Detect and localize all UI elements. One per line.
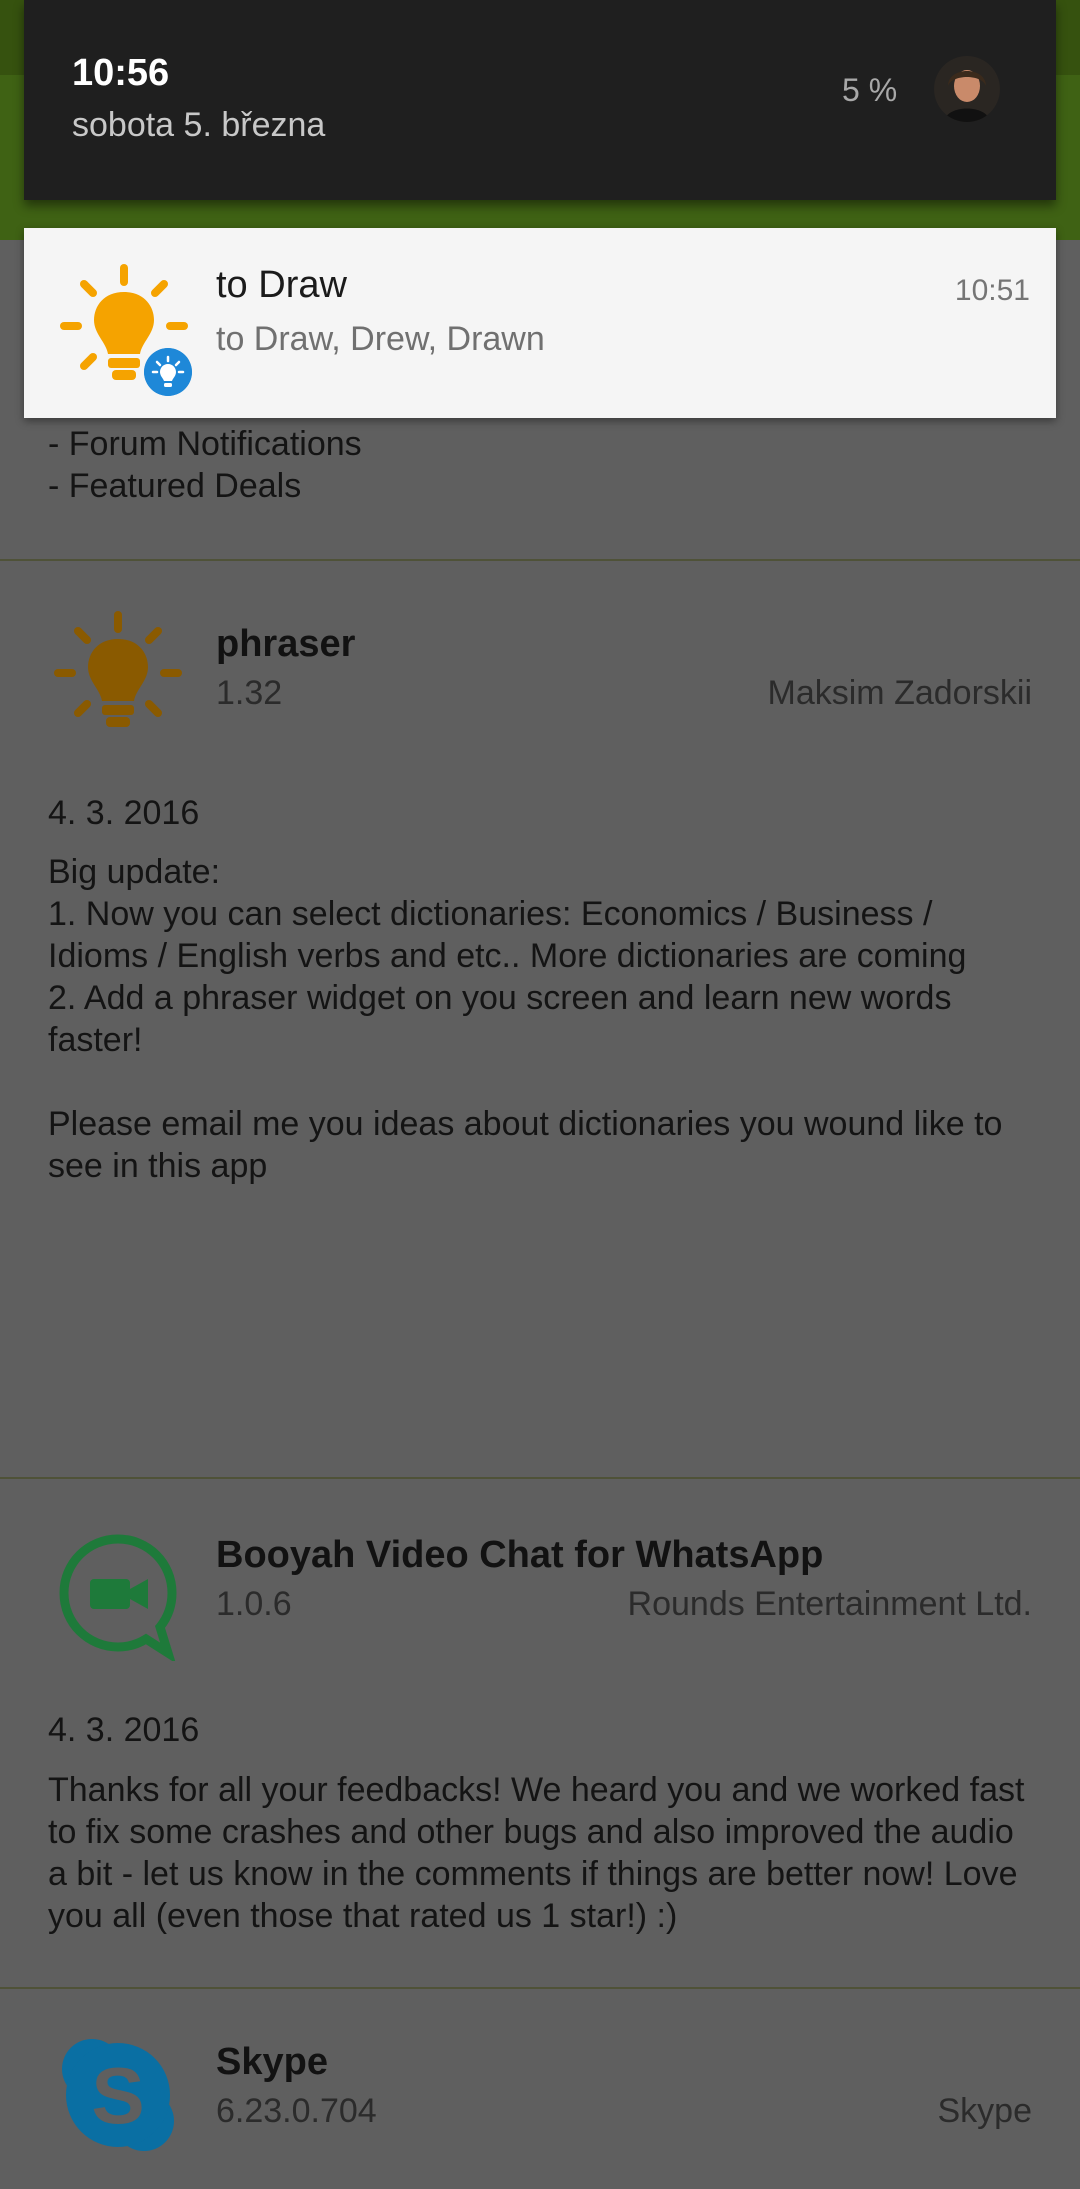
app-developer: Rounds Entertainment Ltd. xyxy=(627,1585,1032,1623)
update-notes: Thanks for all your feedbacks! We heard … xyxy=(48,1771,1025,1935)
video-chat-icon xyxy=(59,1534,177,1661)
app-version: 1.0.6 xyxy=(216,1585,292,1623)
update-list[interactable]: - Forum Notifications - Featured Deals p… xyxy=(0,240,1080,2151)
app-name: Skype xyxy=(216,2041,328,2083)
app-version: 1.32 xyxy=(216,674,283,712)
lightbulb-icon xyxy=(54,611,182,727)
update-date: 4. 3. 2016 xyxy=(48,794,200,832)
app-developer: Skype xyxy=(937,2092,1033,2130)
list-item-booyah[interactable]: Booyah Video Chat for WhatsApp 1.0.6 Rou… xyxy=(0,1479,1080,1987)
list-item-skype[interactable]: S Skype 6.23.0.704 Skype xyxy=(0,1989,1080,2189)
notification-time: 10:51 xyxy=(954,274,1030,307)
clock: 10:56 xyxy=(72,52,170,94)
notification-title: to Draw xyxy=(216,264,347,306)
notification-text: to Draw, Drew, Drawn xyxy=(216,320,545,358)
app-name: Booyah Video Chat for WhatsApp xyxy=(216,1534,824,1576)
update-date: 4. 3. 2016 xyxy=(48,1711,200,1749)
app-version: 6.23.0.704 xyxy=(216,2092,377,2130)
svg-text:S: S xyxy=(91,2051,144,2140)
app-developer: Maksim Zadorskii xyxy=(767,674,1032,712)
update-notes: Big update: 1. Now you can select dictio… xyxy=(48,853,1003,1185)
skype-icon: S xyxy=(62,2039,174,2151)
notification-card[interactable]: to Draw to Draw, Drew, Drawn 10:51 xyxy=(24,228,1056,418)
notification-shade-header[interactable]: 10:56 sobota 5. března 5 % xyxy=(24,0,1056,200)
date-label[interactable]: sobota 5. března xyxy=(72,106,325,145)
list-item-phraser[interactable]: phraser 1.32 Maksim Zadorskii 4. 3. 2016… xyxy=(0,561,1080,1479)
user-avatar[interactable] xyxy=(934,56,1000,122)
battery-percent: 5 % xyxy=(842,72,898,108)
lightbulb-badge-icon xyxy=(144,348,192,396)
list-item-text: - Featured Deals xyxy=(48,467,302,505)
list-item-text: - Forum Notifications xyxy=(48,425,362,463)
app-name: phraser xyxy=(216,623,356,665)
